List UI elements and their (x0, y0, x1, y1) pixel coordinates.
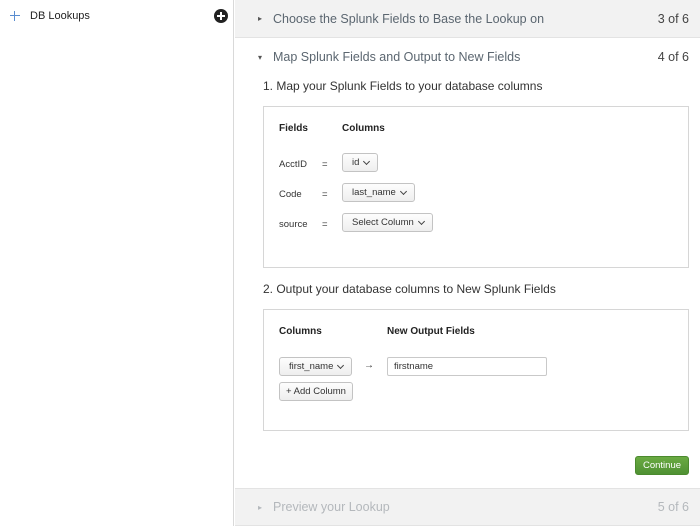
output-column-select[interactable]: first_name (279, 357, 353, 376)
step-4-header[interactable]: ▾ Map Splunk Fields and Output to New Fi… (235, 38, 700, 76)
field-name: AcctID (279, 159, 307, 170)
dropdown-value: last_name (352, 187, 396, 198)
field-name: source (279, 219, 308, 230)
step-title: Map Splunk Fields and Output to New Fiel… (273, 50, 521, 64)
output-fields-panel: Columns New Output Fields first_name → f… (263, 309, 689, 431)
step-count: 4 of 6 (657, 50, 689, 64)
continue-button[interactable]: Continue (635, 456, 689, 475)
step-5-header[interactable]: ▸ Preview your Lookup 5 of 6 (235, 488, 700, 526)
dropdown-value: first_name (289, 361, 334, 372)
add-column-button[interactable]: + Add Column (279, 382, 353, 401)
chevron-down-icon (399, 187, 407, 195)
section-2-heading: 2. Output your database columns to New S… (263, 282, 556, 296)
caret-down-icon: ▾ (258, 52, 263, 62)
arrow-right-icon: → (364, 360, 374, 371)
step-title: Preview your Lookup (273, 500, 390, 514)
step-title: Choose the Splunk Fields to Base the Loo… (273, 11, 545, 26)
sidebar-item-label: DB Lookups (30, 10, 90, 22)
plus-icon[interactable] (8, 9, 22, 23)
dropdown-value: id (352, 157, 360, 168)
step-count: 3 of 6 (657, 11, 689, 26)
column-select-code[interactable]: last_name (342, 183, 415, 202)
caret-right-icon: ▸ (258, 14, 263, 23)
fields-column-header: Fields (279, 123, 308, 134)
chevron-down-icon (417, 217, 425, 225)
equals-sign: = (322, 189, 328, 200)
field-mapping-panel: Fields Columns AcctID = id Code = last_n… (263, 106, 689, 268)
sidebar-item-db-lookups[interactable]: DB Lookups (8, 7, 228, 25)
output-field-name-input[interactable]: firstname (387, 357, 547, 376)
columns-column-header: Columns (279, 326, 322, 337)
column-select-acctid[interactable]: id (342, 153, 379, 172)
main-panel: ▸ Choose the Splunk Fields to Base the L… (235, 0, 700, 526)
section-1-heading: 1. Map your Splunk Fields to your databa… (263, 79, 543, 93)
sidebar: DB Lookups (0, 0, 234, 526)
chevron-down-icon (337, 361, 345, 369)
equals-sign: = (322, 159, 328, 170)
step-count: 5 of 6 (657, 500, 689, 514)
equals-sign: = (322, 219, 328, 230)
new-output-fields-header: New Output Fields (387, 326, 475, 337)
field-name: Code (279, 189, 302, 200)
column-select-source[interactable]: Select Column (342, 213, 433, 232)
input-value: firstname (394, 361, 434, 372)
columns-column-header: Columns (342, 123, 385, 134)
step-3-header[interactable]: ▸ Choose the Splunk Fields to Base the L… (235, 0, 700, 38)
add-circle-icon[interactable] (214, 9, 228, 23)
chevron-down-icon (363, 157, 371, 165)
caret-right-icon: ▸ (258, 502, 263, 512)
dropdown-value: Select Column (352, 217, 414, 228)
